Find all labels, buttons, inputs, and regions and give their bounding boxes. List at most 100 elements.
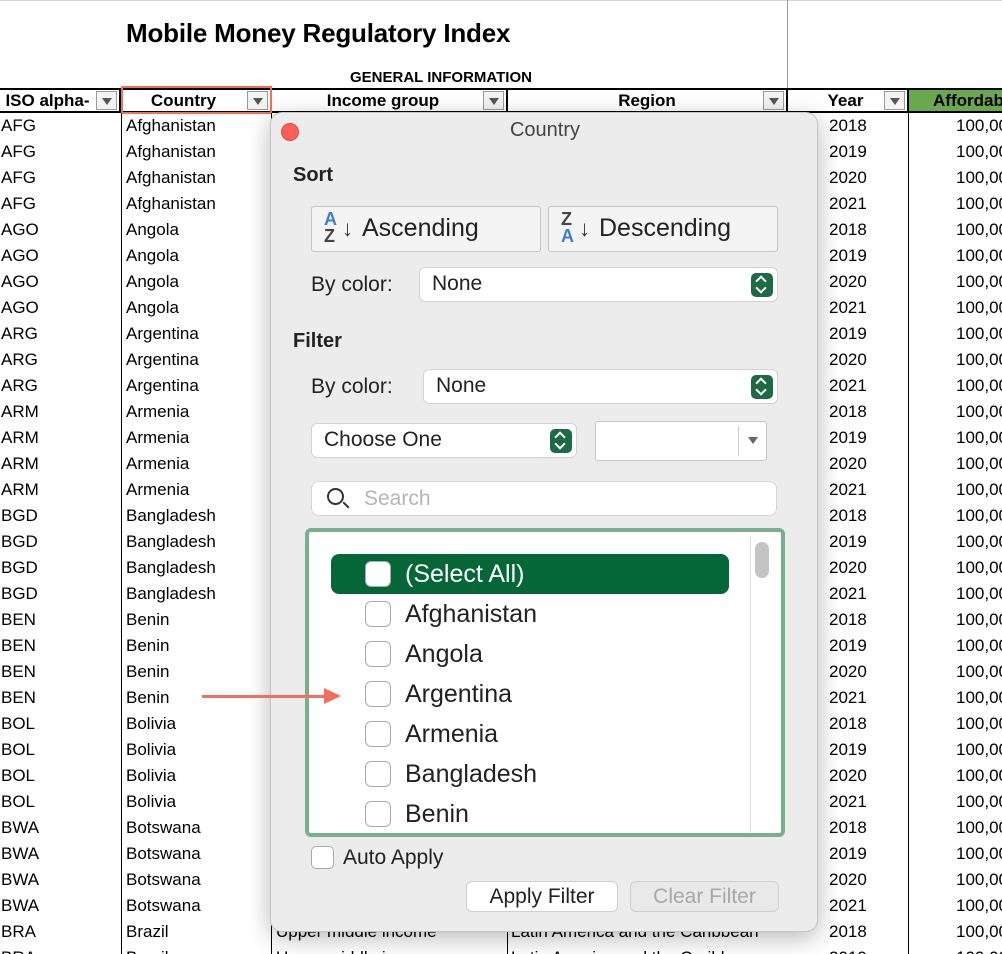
cell-year[interactable]: 2021 (829, 896, 867, 916)
cell-country[interactable]: Afghanistan (126, 194, 216, 214)
cell-aff[interactable]: 100,00 (956, 610, 1002, 630)
cell-year[interactable]: 2019 (829, 324, 867, 344)
list-item-angola[interactable]: Angola (331, 634, 729, 674)
cell-iso[interactable]: BRA (1, 948, 36, 954)
cell-iso[interactable]: ARM (1, 402, 39, 422)
cell-year[interactable]: 2020 (829, 870, 867, 890)
cell-iso[interactable]: BWA (1, 870, 39, 890)
cell-year[interactable]: 2020 (829, 558, 867, 578)
cell-country[interactable]: Benin (126, 636, 169, 656)
cell-year[interactable]: 2019 (829, 844, 867, 864)
search-input[interactable] (364, 486, 764, 512)
cell-country[interactable]: Afghanistan (126, 168, 216, 188)
cell-year[interactable]: 2018 (829, 402, 867, 422)
cell-country[interactable]: Argentina (126, 324, 199, 344)
cell-year[interactable]: 2020 (829, 168, 867, 188)
cell-iso[interactable]: BEN (1, 636, 36, 656)
filter-dropdown-region[interactable] (763, 91, 784, 110)
cell-iso[interactable]: BWA (1, 896, 39, 916)
cell-iso[interactable]: BEN (1, 662, 36, 682)
cell-aff[interactable]: 100,00 (956, 584, 1002, 604)
checkbox[interactable] (365, 721, 391, 747)
cell-country[interactable]: Benin (126, 610, 169, 630)
cell-aff[interactable]: 100,00 (956, 506, 1002, 526)
filter-by-color-select[interactable]: None (423, 369, 778, 404)
cell-iso[interactable]: AGO (1, 246, 39, 266)
cell-iso[interactable]: BWA (1, 844, 39, 864)
cell-aff[interactable]: 100,00 (956, 922, 1002, 942)
cell-country[interactable]: Botswana (126, 870, 201, 890)
cell-aff[interactable]: 100,00 (956, 740, 1002, 760)
cell-year[interactable]: 2018 (829, 818, 867, 838)
cell-aff[interactable]: 100,00 (956, 428, 1002, 448)
cell-aff[interactable]: 100,00 (956, 532, 1002, 552)
auto-apply-option[interactable]: Auto Apply (311, 846, 471, 872)
cell-aff[interactable]: 100,00 (956, 766, 1002, 786)
list-item-bangladesh[interactable]: Bangladesh (331, 754, 729, 794)
cell-country[interactable]: Benin (126, 688, 169, 708)
cell-iso[interactable]: AGO (1, 272, 39, 292)
cell-aff[interactable]: 100,00 (956, 246, 1002, 266)
cell-country[interactable]: Bolivia (126, 740, 176, 760)
cell-iso[interactable]: BGD (1, 532, 38, 552)
cell-aff[interactable]: 100,00 (956, 662, 1002, 682)
cell-iso[interactable]: BRA (1, 922, 36, 942)
cell-country[interactable]: Angola (126, 220, 179, 240)
list-item-select-all[interactable]: (Select All) (331, 554, 729, 594)
checkbox[interactable] (365, 561, 391, 587)
cell-iso[interactable]: ARM (1, 428, 39, 448)
cell-year[interactable]: 2021 (829, 792, 867, 812)
checkbox[interactable] (365, 801, 391, 827)
cell-iso[interactable]: ARM (1, 480, 39, 500)
clear-filter-button[interactable]: Clear Filter (630, 881, 779, 912)
cell-country[interactable]: Bangladesh (126, 532, 216, 552)
cell-iso[interactable]: BOL (1, 740, 35, 760)
cell-aff[interactable]: 100,00 (956, 142, 1002, 162)
filter-dropdown-year[interactable] (884, 91, 905, 110)
cell-aff[interactable]: 100,00 (956, 376, 1002, 396)
cell-aff[interactable]: 100,00 (956, 896, 1002, 916)
cell-year[interactable]: 2020 (829, 272, 867, 292)
cell-country[interactable]: Armenia (126, 402, 189, 422)
cell-aff[interactable]: 100,00 (956, 870, 1002, 890)
cell-iso[interactable]: AGO (1, 298, 39, 318)
cell-aff[interactable]: 100,00 (956, 402, 1002, 422)
filter-dropdown-income[interactable] (483, 91, 504, 110)
cell-iso[interactable]: AFG (1, 142, 36, 162)
cell-iso[interactable]: BEN (1, 688, 36, 708)
cell-aff[interactable]: 100,00 (956, 636, 1002, 656)
cell-iso[interactable]: ARG (1, 350, 38, 370)
list-item-armenia[interactable]: Armenia (331, 714, 729, 754)
apply-filter-button[interactable]: Apply Filter (466, 881, 618, 912)
condition-value-combobox[interactable] (595, 421, 767, 461)
cell-year[interactable]: 2020 (829, 766, 867, 786)
cell-country[interactable]: Benin (126, 662, 169, 682)
cell-country[interactable]: Argentina (126, 376, 199, 396)
cell-iso[interactable]: ARG (1, 324, 38, 344)
cell-country[interactable]: Armenia (126, 480, 189, 500)
cell-year[interactable]: 2021 (829, 376, 867, 396)
cell-year[interactable]: 2018 (829, 116, 867, 136)
sort-descending-button[interactable]: ZA ↓ Descending (548, 206, 778, 252)
cell-iso[interactable]: BGD (1, 506, 38, 526)
cell-iso[interactable]: AFG (1, 168, 36, 188)
cell-country[interactable]: Bolivia (126, 714, 176, 734)
cell-year[interactable]: 2018 (829, 610, 867, 630)
checkbox[interactable] (365, 681, 391, 707)
cell-aff[interactable]: 100,00 (956, 220, 1002, 240)
cell-country[interactable]: Angola (126, 298, 179, 318)
cell-aff[interactable]: 100,00 (956, 948, 1002, 954)
filter-dropdown-iso[interactable] (96, 91, 117, 110)
cell-iso[interactable]: AFG (1, 194, 36, 214)
chevron-down-icon[interactable] (748, 437, 758, 444)
cell-year[interactable]: 2018 (829, 714, 867, 734)
cell-country[interactable]: Bangladesh (126, 584, 216, 604)
cell-country[interactable]: Bolivia (126, 792, 176, 812)
cell-country[interactable]: Bangladesh (126, 558, 216, 578)
cell-aff[interactable]: 100,00 (956, 480, 1002, 500)
sort-by-color-select[interactable]: None (419, 267, 778, 302)
cell-year[interactable]: 2020 (829, 350, 867, 370)
cell-year[interactable]: 2019 (829, 636, 867, 656)
cell-year[interactable]: 2019 (829, 532, 867, 552)
cell-region[interactable]: Latin America and the Caribbean (511, 948, 759, 954)
